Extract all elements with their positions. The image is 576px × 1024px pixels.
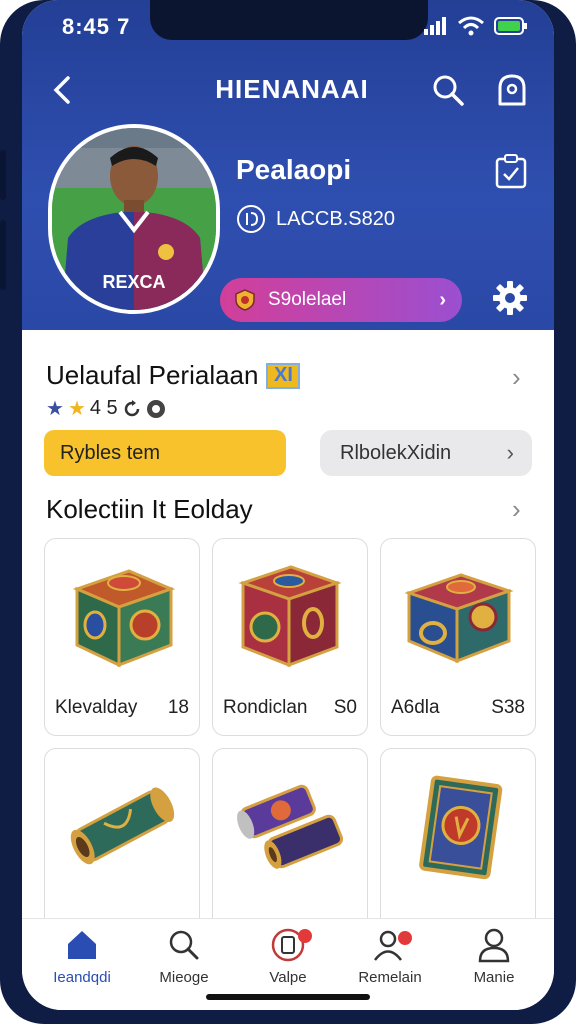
- collection-card[interactable]: [44, 748, 200, 946]
- collection-card[interactable]: [212, 748, 368, 946]
- avatar[interactable]: REXCA: [48, 124, 220, 314]
- refresh-icon: [124, 399, 139, 416]
- tab-label: Valpe: [269, 969, 307, 986]
- chevron-right-icon: ›: [439, 288, 446, 311]
- side-button: [0, 150, 6, 200]
- tab-card[interactable]: Valpe: [238, 927, 338, 1003]
- status-time: 8:45 7: [62, 14, 131, 39]
- treasure-chest-icon: [238, 565, 342, 668]
- person-icon: [478, 928, 510, 963]
- secondary-button-label: RlbolekXidin: [340, 441, 452, 464]
- crest-icon: [235, 289, 255, 311]
- back-chevron-icon[interactable]: [48, 72, 78, 108]
- app-screen: 8:45 7 HIENANAAI REXCA Pealaopi LACCB.S8…: [22, 0, 554, 1010]
- tab-label: Remelain: [358, 969, 422, 986]
- tab-label: Manie: [473, 969, 515, 986]
- treasure-chest-icon: [72, 569, 176, 668]
- player-photo: REXCA: [52, 128, 216, 310]
- user-icon[interactable]: [494, 72, 530, 108]
- collection-card[interactable]: Rondiclan S0: [212, 538, 368, 736]
- profile-action-button[interactable]: S9olelael ›: [220, 278, 462, 322]
- item-title: Uelaufal Perialaan: [46, 360, 259, 390]
- chevron-right-icon: ›: [506, 440, 514, 465]
- tab-label: Mieoge: [159, 969, 209, 986]
- wifi-icon: [458, 16, 484, 36]
- tab-remind[interactable]: Remelain: [340, 927, 440, 1003]
- card-name: A6dla: [391, 697, 440, 718]
- status-icons: [424, 16, 528, 36]
- twin-scroll-icon: [237, 784, 344, 869]
- secondary-button[interactable]: RlbolekXidin ›: [320, 430, 532, 476]
- jersey-text: REXCA: [102, 272, 165, 292]
- tab-home[interactable]: Ieandqdi: [32, 927, 132, 1003]
- search-icon: [169, 930, 199, 960]
- collection-card[interactable]: Klevalday 18: [44, 538, 200, 736]
- profile-action-label: S9olelael: [268, 289, 347, 310]
- item-badge: XI: [266, 362, 301, 389]
- card-price: 18: [167, 697, 189, 718]
- phone-frame: 8:45 7 HIENANAAI REXCA Pealaopi LACCB.S8…: [0, 0, 576, 1024]
- card-name: Rondiclan: [223, 697, 308, 718]
- item-title-row: Uelaufal Perialaan XI: [46, 360, 301, 391]
- primary-button[interactable]: Rybles tem: [44, 430, 286, 476]
- page-title: HIENANAAI: [215, 74, 369, 104]
- id-icon: [237, 205, 265, 233]
- collection-card[interactable]: [380, 748, 536, 946]
- battery-icon: [494, 17, 527, 35]
- notification-dot: [298, 929, 312, 943]
- side-button: [0, 220, 6, 290]
- rating: ★ ★ 4 5: [46, 396, 166, 421]
- crest-card-icon: [419, 775, 503, 880]
- profile-header: 8:45 7 HIENANAAI REXCA Pealaopi LACCB.S8…: [22, 0, 554, 330]
- collection-chevron-icon[interactable]: ›: [512, 494, 521, 525]
- card-price: S0: [333, 697, 357, 718]
- profile-name: Pealaopi: [236, 154, 352, 185]
- camera-notch: [150, 0, 428, 40]
- scroll-cylinder-icon: [70, 787, 175, 865]
- tab-label: Ieandqdi: [53, 969, 111, 986]
- collection-card[interactable]: A6dla S38: [380, 538, 536, 736]
- gear-icon[interactable]: [492, 280, 528, 316]
- clipboard-check-icon[interactable]: [494, 152, 528, 190]
- shield-badge-icon: [146, 399, 165, 418]
- home-icon: [68, 931, 96, 959]
- search-icon[interactable]: [430, 72, 466, 108]
- tab-profile[interactable]: Manie: [444, 927, 544, 1003]
- star-icon: ★: [67, 398, 86, 420]
- home-indicator[interactable]: [206, 994, 370, 1000]
- rating-text: 4 5: [89, 397, 118, 419]
- signal-icon: [424, 17, 446, 35]
- star-icon: ★: [46, 398, 64, 420]
- item-chevron-icon[interactable]: ›: [512, 362, 521, 393]
- profile-id: LACCB.S820: [276, 208, 395, 230]
- card-name: Klevalday: [55, 697, 138, 718]
- notification-dot: [398, 931, 412, 945]
- card-price: S38: [491, 697, 525, 718]
- tab-search[interactable]: Mieoge: [134, 927, 234, 1003]
- collection-title: Kolectiin It Eolday: [46, 494, 253, 524]
- treasure-chest-icon: [404, 573, 514, 664]
